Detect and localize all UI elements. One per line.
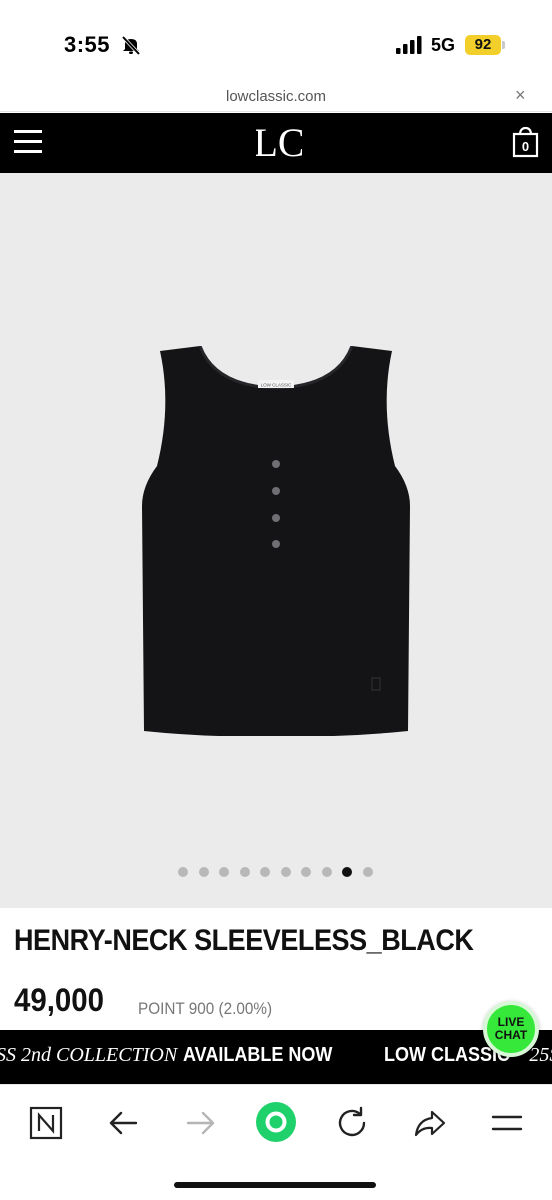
product-points: POINT 900 (2.00%)	[138, 999, 273, 1018]
url-bar[interactable]: lowclassic.com ×	[0, 80, 552, 112]
signal-icon	[396, 36, 422, 54]
url-text[interactable]: lowclassic.com	[0, 88, 552, 105]
product-name: HENRY-NECK SLEEVELESS_BLACK	[14, 924, 474, 957]
battery-icon: 92	[465, 35, 505, 55]
product-image[interactable]: LOW CLASSIC	[0, 173, 552, 908]
marquee-bold-1: AVAILABLE NOW	[182, 1044, 333, 1066]
carousel-dot[interactable]	[239, 867, 250, 877]
hamburger-menu-icon[interactable]	[14, 130, 42, 154]
live-chat-button[interactable]: LIVE CHAT	[483, 1001, 539, 1057]
carousel-dot[interactable]	[362, 867, 373, 877]
home-indicator	[174, 1182, 376, 1188]
status-time: 3:55	[64, 32, 111, 57]
marquee-italic-1: SS 2nd COLLECTION	[0, 1044, 178, 1066]
close-icon[interactable]: ×	[515, 85, 526, 106]
status-bar: 3:55 5G 92	[0, 0, 552, 80]
carousel-dots[interactable]	[178, 867, 373, 879]
menu-icon[interactable]	[487, 1103, 527, 1143]
tank-top-image: LOW CLASSIC	[142, 346, 410, 736]
marquee-italic-2: 25SS 2nd	[529, 1044, 552, 1066]
svg-text:LOW CLASSIC: LOW CLASSIC	[261, 383, 293, 388]
reload-icon[interactable]	[332, 1103, 372, 1143]
back-arrow-icon[interactable]	[104, 1103, 144, 1143]
green-dot-icon[interactable]	[255, 1101, 297, 1143]
brand-logo[interactable]: LC	[256, 122, 302, 162]
carousel-dot[interactable]	[219, 867, 229, 877]
marquee-text: SS 2nd COLLECTION AVAILABLE NOW LOW CLAS…	[0, 1044, 552, 1067]
promo-marquee[interactable]: SS 2nd COLLECTION AVAILABLE NOW LOW CLAS…	[0, 1030, 552, 1084]
carousel-dot[interactable]	[321, 867, 332, 877]
carousel-dot[interactable]	[178, 867, 188, 877]
bag-count: 0	[521, 139, 530, 154]
carousel-dot[interactable]	[260, 867, 270, 877]
share-icon[interactable]	[410, 1103, 450, 1143]
live-chat-line2: CHAT	[494, 1028, 528, 1042]
carousel-dot[interactable]	[280, 867, 291, 877]
carousel-dot[interactable]	[301, 867, 311, 877]
product-price: 49,000	[14, 982, 105, 1018]
forward-arrow-icon[interactable]	[180, 1103, 220, 1143]
carousel-dot[interactable]	[198, 867, 209, 877]
logo-text: LC	[256, 122, 302, 162]
naver-home-icon[interactable]	[26, 1103, 66, 1143]
bell-slash-icon	[121, 35, 141, 56]
site-header: LC 0	[0, 113, 552, 173]
network-label: 5G	[431, 35, 456, 55]
carousel-dot[interactable]	[342, 867, 352, 877]
